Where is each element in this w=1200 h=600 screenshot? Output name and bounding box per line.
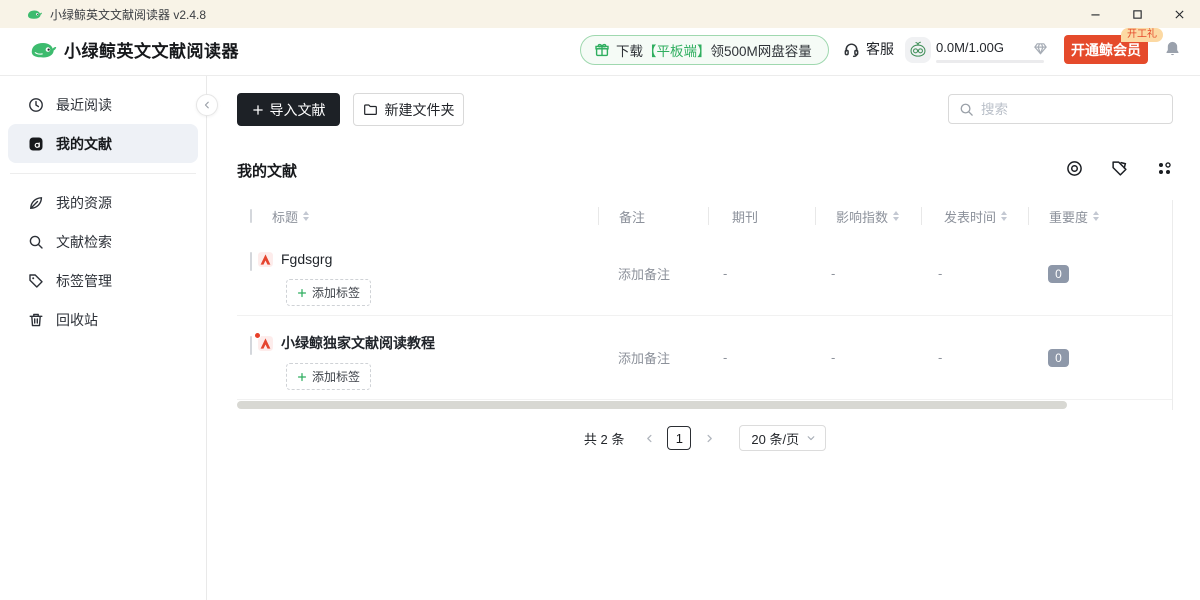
documents-table: 标题 备注 期刊 影响指数 发表时间 重要度 Fgdsgrg	[237, 200, 1173, 410]
maximize-button[interactable]	[1116, 0, 1158, 28]
unread-indicator	[254, 332, 261, 339]
clock-icon	[28, 97, 44, 113]
sort-icon	[1093, 211, 1099, 221]
tag-filter-icon[interactable]	[1111, 160, 1128, 177]
headset-icon	[843, 41, 860, 58]
total-count: 共 2 条	[584, 429, 624, 448]
sidebar: 最近阅读 我的文献 我的资源 文献检索 标签管理 回收站	[0, 76, 207, 600]
app-window: 小绿鲸英文文献阅读器 v2.4.8 小绿鲸英文文献阅读器	[0, 0, 1200, 600]
column-header-title[interactable]: 标题	[250, 207, 598, 226]
horizontal-scrollbar	[237, 400, 1173, 410]
search-box	[948, 94, 1173, 124]
sidebar-item-my-documents[interactable]: 我的文献	[8, 124, 198, 163]
gift-icon	[594, 42, 610, 58]
plus-icon	[297, 372, 307, 382]
sidebar-collapse-button[interactable]	[196, 94, 218, 116]
impact-value: -	[815, 266, 835, 281]
sidebar-item-tag-management[interactable]: 标签管理	[8, 261, 198, 300]
vip-promo-badge: 开工礼	[1121, 28, 1163, 42]
book-icon	[28, 136, 44, 152]
notification-bell-icon[interactable]	[1164, 40, 1181, 62]
header: 小绿鲸英文文献阅读器 下载【平板端】领500M网盘容量 客服	[0, 28, 1200, 76]
sidebar-item-recycle-bin[interactable]: 回收站	[8, 300, 198, 339]
document-title[interactable]: 小绿鲸独家文献阅读教程	[281, 333, 435, 353]
column-header-impact[interactable]: 影响指数	[815, 207, 921, 225]
add-note-link[interactable]: 添加备注	[598, 348, 670, 367]
app-logo-whale-icon	[30, 39, 58, 61]
download-promo-label: 下载【平板端】领500M网盘容量	[616, 40, 812, 60]
chevron-left-icon	[644, 433, 655, 444]
new-folder-button[interactable]: 新建文件夹	[353, 93, 464, 126]
gem-icon[interactable]	[1033, 41, 1048, 61]
vip-upgrade-button[interactable]: 开通鲸会员 开工礼	[1064, 35, 1148, 64]
support-button[interactable]: 客服	[843, 39, 894, 59]
chevron-right-icon	[704, 433, 715, 444]
sort-icon	[1001, 211, 1007, 221]
storage-widget[interactable]: 0.0M/1.00G	[905, 37, 1044, 63]
section-title: 我的文献	[237, 163, 297, 180]
journal-value: -	[708, 266, 727, 281]
titlebar: 小绿鲸英文文献阅读器 v2.4.8	[0, 0, 1200, 28]
importance-badge[interactable]: 0	[1048, 349, 1069, 367]
trash-icon	[28, 312, 44, 328]
app-whale-icon	[27, 8, 43, 21]
import-documents-button[interactable]: 导入文献	[237, 93, 340, 126]
scrollbar-thumb[interactable]	[237, 401, 1067, 409]
tag-icon	[28, 273, 44, 289]
sort-icon	[893, 211, 899, 221]
sidebar-item-recent[interactable]: 最近阅读	[8, 85, 198, 124]
search-input[interactable]	[981, 102, 1151, 117]
current-page-button[interactable]: 1	[667, 426, 691, 450]
column-header-note: 备注	[598, 207, 708, 225]
table-row: Fgdsgrg 添加标签 添加备注 - - - 0	[237, 232, 1172, 316]
support-label: 客服	[866, 39, 894, 59]
chevron-down-icon	[806, 433, 816, 443]
sort-icon	[303, 211, 309, 221]
add-tag-button[interactable]: 添加标签	[286, 279, 371, 306]
plus-icon	[297, 288, 307, 298]
add-note-link[interactable]: 添加备注	[598, 264, 670, 283]
journal-value: -	[708, 350, 727, 365]
pagination: 共 2 条 1 20 条/页	[237, 425, 1173, 451]
column-header-journal: 期刊	[708, 207, 815, 225]
importance-badge[interactable]: 0	[1048, 265, 1069, 283]
download-promo-button[interactable]: 下载【平板端】领500M网盘容量	[580, 35, 829, 65]
date-value: -	[921, 266, 942, 281]
read-status-filter-icon[interactable]	[1066, 160, 1083, 177]
table-header-row: 标题 备注 期刊 影响指数 发表时间 重要度	[237, 200, 1172, 232]
folder-icon	[363, 102, 378, 117]
feather-icon	[28, 195, 44, 211]
grid-view-icon[interactable]	[1156, 160, 1173, 177]
add-tag-button[interactable]: 添加标签	[286, 363, 371, 390]
date-value: -	[921, 350, 942, 365]
section-header: 我的文献	[237, 160, 1173, 182]
main-content: 导入文献 新建文件夹 我的文献 标题	[207, 76, 1200, 600]
next-page-button[interactable]	[697, 426, 721, 450]
column-header-importance[interactable]: 重要度	[1028, 207, 1124, 225]
sidebar-divider	[10, 173, 196, 174]
window-title: 小绿鲸英文文献阅读器 v2.4.8	[50, 6, 206, 23]
impact-value: -	[815, 350, 835, 365]
storage-usage: 0.0M/1.00G	[936, 40, 1044, 55]
sidebar-item-literature-search[interactable]: 文献检索	[8, 222, 198, 261]
plus-icon	[252, 104, 264, 116]
document-title[interactable]: Fgdsgrg	[281, 251, 332, 267]
page-size-select[interactable]: 20 条/页	[739, 425, 826, 451]
search-icon	[28, 234, 44, 250]
search-icon	[959, 102, 974, 117]
pdf-file-icon	[257, 335, 274, 352]
pdf-file-icon	[257, 251, 274, 268]
minimize-button[interactable]	[1074, 0, 1116, 28]
column-header-date[interactable]: 发表时间	[921, 207, 1028, 225]
close-button[interactable]	[1158, 0, 1200, 28]
storage-progress-bar	[936, 60, 1044, 63]
whale-avatar	[905, 37, 931, 63]
prev-page-button[interactable]	[637, 426, 661, 450]
table-row: 小绿鲸独家文献阅读教程 添加标签 添加备注 - - - 0	[237, 316, 1172, 400]
chevron-left-icon	[202, 100, 212, 110]
sidebar-item-my-resources[interactable]: 我的资源	[8, 183, 198, 222]
app-name: 小绿鲸英文文献阅读器	[64, 37, 239, 62]
brand: 小绿鲸英文文献阅读器	[30, 37, 239, 62]
